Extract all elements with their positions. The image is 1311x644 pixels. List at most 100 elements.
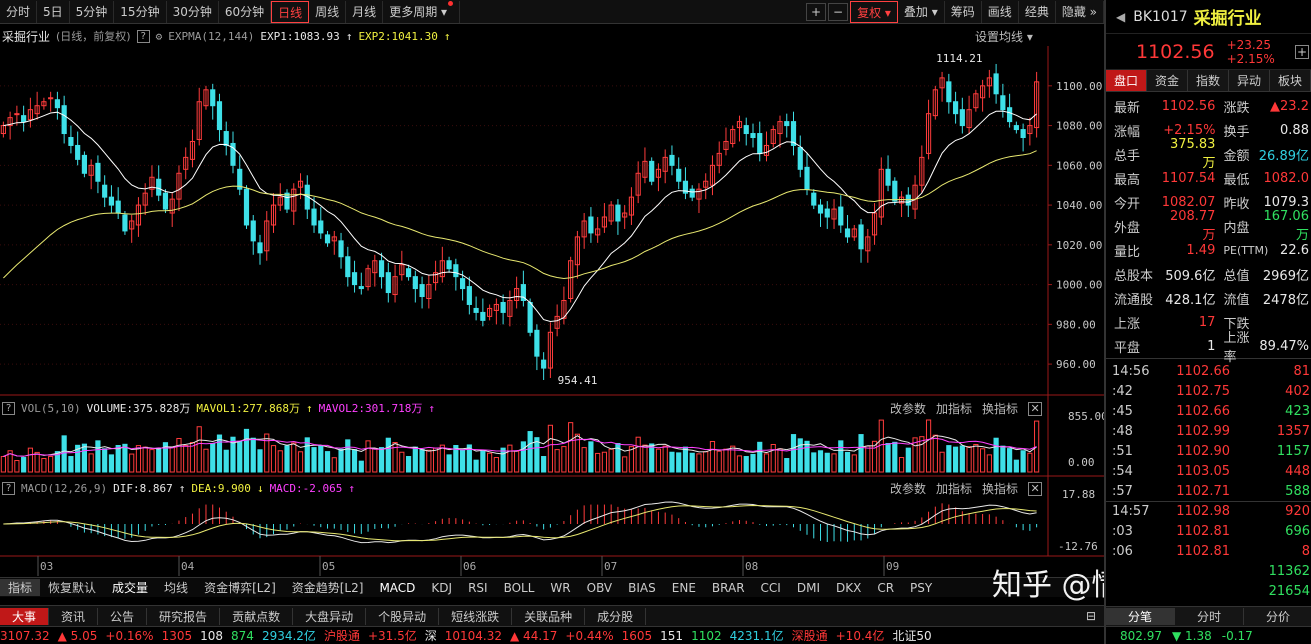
period-tab[interactable]: 15分钟	[114, 0, 167, 23]
up-arrow-icon: ↑	[348, 481, 356, 495]
ticker-item: +0.16%	[105, 628, 154, 643]
toolbar-button[interactable]: 画线	[982, 0, 1019, 23]
period-tab[interactable]: 5分钟	[70, 0, 115, 23]
news-tab[interactable]: 研究报告	[147, 607, 221, 625]
tick-tab[interactable]: 分时	[1175, 608, 1244, 625]
indicator-tab[interactable]: OBV	[579, 581, 621, 595]
vol-add-indicator-button[interactable]: 加指标	[936, 400, 972, 417]
vol-swap-indicator-button[interactable]: 换指标	[982, 400, 1018, 417]
news-tab[interactable]: 个股异动	[366, 607, 440, 625]
sector-code: BK1017	[1133, 8, 1188, 25]
indicator-tab[interactable]: RSI	[460, 581, 496, 595]
macd-info-bar: ? MACD(12,26,9) DIF:8.867 ↑ DEA:9.900 ↓ MA…	[2, 480, 702, 496]
period-tab[interactable]: 60分钟	[219, 0, 272, 23]
volume-bar	[277, 450, 283, 473]
indicator-tab[interactable]: ENE	[664, 581, 704, 595]
zoom-in-button[interactable]: +	[806, 2, 827, 21]
indicator-tab[interactable]: PSY	[902, 581, 940, 595]
indicator-tab[interactable]: BOLL	[496, 581, 543, 595]
close-icon[interactable]: ✕	[1028, 481, 1043, 496]
indicator-tab[interactable]: 资金趋势[L2]	[284, 579, 372, 596]
quote-tab[interactable]: 指数	[1188, 70, 1229, 91]
toolbar-button[interactable]: 隐藏 »	[1056, 0, 1104, 23]
indicator-tab[interactable]: BIAS	[620, 581, 664, 595]
tick-time: :06	[1112, 543, 1133, 559]
window-restore-icon[interactable]: ⊟	[1078, 609, 1104, 623]
indicator-tab[interactable]: BRAR	[704, 581, 753, 595]
help-icon[interactable]: ?	[136, 29, 150, 43]
indicator-tab[interactable]: CCI	[753, 581, 789, 595]
quote-tab[interactable]: 异动	[1229, 70, 1270, 91]
candle-body	[993, 73, 999, 95]
indicator-tab[interactable]: WR	[542, 581, 578, 595]
period-tab[interactable]: 更多周期 ▾	[383, 0, 461, 23]
macd-macd: MACD:-2.065	[269, 481, 343, 495]
kline-chart[interactable]: 1100.00 1080.00 1060.00 1040.00 1020.00 1000.…	[0, 46, 1104, 582]
period-toolbar: 分时 5日 5分钟 15分钟 30分钟 60分钟 日线 周线 月线 更多周期 ▾ + − 复权 ▾…	[0, 0, 1104, 24]
toolbar-button[interactable]: 复权 ▾	[850, 0, 898, 23]
toolbar-button[interactable]: 筹码	[945, 0, 982, 23]
volume-bar	[81, 443, 88, 473]
indicator-tab[interactable]: MACD	[371, 581, 423, 595]
news-tab[interactable]: 成分股	[585, 607, 647, 625]
period-tab[interactable]: 5日	[37, 0, 70, 23]
period-tab[interactable]: 月线	[346, 0, 384, 23]
help-icon[interactable]: ?	[2, 481, 15, 495]
quote-label: 上涨	[1114, 316, 1141, 332]
quote-label: 换手	[1223, 124, 1250, 140]
period-tab[interactable]: 分时	[0, 0, 38, 23]
toolbar-button[interactable]: 叠加 ▾	[898, 0, 945, 23]
news-tab[interactable]: 贡献点数	[220, 607, 294, 625]
macd-swap-indicator-button[interactable]: 换指标	[982, 480, 1018, 497]
toolbar-button[interactable]: 经典	[1019, 0, 1056, 23]
news-tab[interactable]: 大事	[0, 607, 50, 625]
volume-bar	[399, 451, 405, 473]
period-tab[interactable]: 30分钟	[167, 0, 219, 23]
indicator-tab[interactable]: DMI	[789, 581, 828, 595]
news-tab[interactable]: 公告	[98, 607, 148, 625]
ticker-item: 深股通	[791, 629, 828, 643]
set-ma-button[interactable]: 设置均线 ▾	[975, 28, 1033, 45]
news-tab[interactable]: 大盘异动	[293, 607, 367, 625]
vol-edit-params-button[interactable]: 改参数	[890, 400, 926, 417]
up-arrow-icon: ↑	[345, 29, 353, 43]
volume-bar	[189, 441, 196, 473]
volume-bar	[743, 456, 749, 473]
quote-tab[interactable]: 资金	[1147, 70, 1188, 91]
indicator-tab[interactable]: 均线	[156, 579, 196, 596]
back-arrow-icon[interactable]: ◀	[1116, 10, 1125, 24]
news-tab[interactable]: 短线涨跌	[439, 607, 513, 625]
ticker-item: 151	[660, 628, 684, 643]
macd-add-indicator-button[interactable]: 加指标	[936, 480, 972, 497]
indicator-tab[interactable]: 成交量	[104, 579, 156, 596]
tick-tab[interactable]: 分笔	[1106, 608, 1175, 625]
volume-bar	[595, 452, 601, 473]
help-icon[interactable]: ?	[2, 401, 15, 415]
zoom-out-button[interactable]: −	[828, 2, 849, 21]
indicator-tab[interactable]: DKX	[828, 581, 869, 595]
indicator-tab[interactable]: KDJ	[423, 581, 460, 595]
indicator-tab[interactable]: 指标	[0, 579, 41, 596]
add-icon[interactable]: +	[1295, 44, 1309, 59]
close-icon[interactable]: ✕	[1028, 401, 1043, 416]
period-tab[interactable]: 周线	[309, 0, 347, 23]
quote-tabs: 盘口 资金 指数 异动 板块	[1106, 70, 1311, 92]
tick-time: :57	[1112, 483, 1133, 499]
notification-dot	[448, 0, 454, 6]
quote-tab[interactable]: 盘口	[1106, 70, 1147, 91]
news-tab[interactable]: 资讯	[49, 607, 99, 625]
candle-body	[14, 113, 20, 116]
period-tab[interactable]: 日线	[271, 0, 310, 23]
quote-value: ▲23.2	[1270, 98, 1309, 114]
news-tab[interactable]: 关联品种	[512, 607, 586, 625]
vol-axis-label: 855.00	[1068, 410, 1104, 423]
quote-tab[interactable]: 板块	[1270, 70, 1311, 91]
indicator-tab[interactable]: 资金博弈[L2]	[196, 579, 284, 596]
macd-edit-params-button[interactable]: 改参数	[890, 480, 926, 497]
indicator-tab[interactable]: 恢复默认	[40, 579, 104, 596]
ticker-item: 1305	[161, 628, 193, 643]
volume-bar	[716, 450, 722, 473]
tick-tab[interactable]: 分价	[1244, 608, 1311, 625]
indicator-tab[interactable]: CR	[869, 581, 902, 595]
settings-gear-icon[interactable]: ⚙	[156, 30, 163, 43]
